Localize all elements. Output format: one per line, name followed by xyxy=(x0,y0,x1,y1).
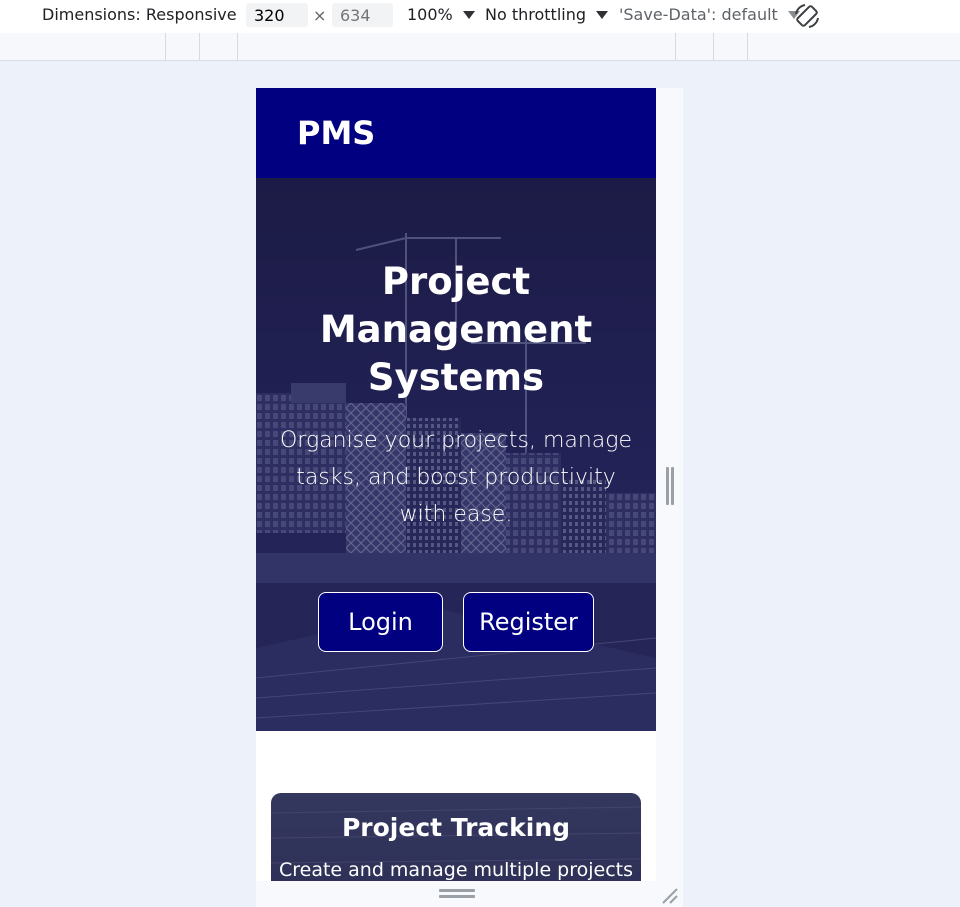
divider xyxy=(675,33,676,60)
save-data-label: 'Save-Data': default xyxy=(619,5,778,24)
right-resize-handle[interactable] xyxy=(666,467,674,505)
brand-logo[interactable]: PMS xyxy=(297,114,375,152)
hero-subtitle: Organise your projects, manage tasks, an… xyxy=(279,428,633,527)
dimensions-dropdown[interactable]: Dimensions: Responsive xyxy=(42,5,259,24)
throttling-label: No throttling xyxy=(485,5,587,24)
device-toolbar: Dimensions: Responsive × 100% No throttl… xyxy=(0,0,960,33)
divider xyxy=(199,33,200,60)
handle-line xyxy=(439,889,475,892)
times-separator: × xyxy=(313,6,327,25)
rotate-icon[interactable] xyxy=(793,2,821,30)
corner-resize-icon[interactable] xyxy=(660,886,680,906)
divider xyxy=(165,33,166,60)
handle-line xyxy=(439,895,475,898)
zoom-dropdown[interactable]: 100% xyxy=(407,5,475,24)
card-title: Project Tracking xyxy=(341,813,571,842)
dimensions-label: Dimensions: Responsive xyxy=(42,5,237,24)
divider xyxy=(747,33,748,60)
login-button[interactable]: Login xyxy=(318,592,443,652)
divider xyxy=(237,33,238,60)
feature-card-project-tracking: Project Tracking Create and manage multi… xyxy=(271,793,641,881)
device-viewport: PMS Project Management Systems Organise … xyxy=(256,88,656,881)
hero-title: Project Management Systems xyxy=(319,260,593,399)
height-input[interactable] xyxy=(332,3,393,27)
chevron-down-icon xyxy=(462,10,475,19)
register-button[interactable]: Register xyxy=(463,592,594,652)
bottom-resize-handle[interactable] xyxy=(439,889,475,899)
width-input[interactable] xyxy=(246,3,308,27)
navbar: PMS xyxy=(256,88,656,178)
divider xyxy=(713,33,714,60)
handle-line xyxy=(666,467,669,505)
handle-line xyxy=(671,467,674,505)
zoom-label: 100% xyxy=(407,5,453,24)
save-data-dropdown[interactable]: 'Save-Data': default xyxy=(619,5,800,24)
hero-section: Project Management Systems Organise your… xyxy=(256,178,656,731)
throttling-dropdown[interactable]: No throttling xyxy=(485,5,609,24)
card-text: Create and manage multiple projects xyxy=(278,859,634,881)
media-query-bar[interactable] xyxy=(0,33,960,61)
chevron-down-icon xyxy=(596,10,609,19)
